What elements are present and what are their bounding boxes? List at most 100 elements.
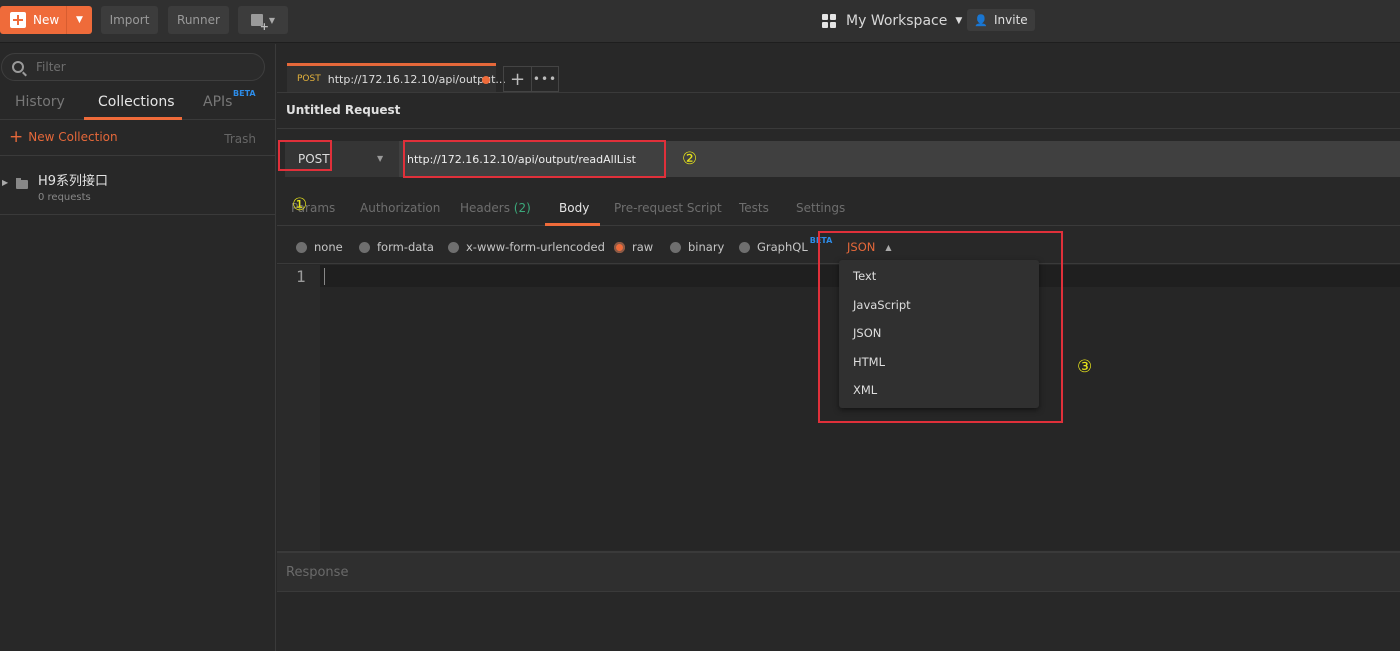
- sidebar-actions: + New Collection Trash: [0, 121, 276, 156]
- response-panel-header: Response: [277, 551, 1400, 592]
- collection-request-count: 0 requests: [38, 192, 91, 203]
- add-user-icon: 👤: [974, 13, 989, 27]
- menu-item-javascript[interactable]: JavaScript: [853, 298, 911, 312]
- radio-circle: [670, 241, 681, 253]
- tab-history[interactable]: History: [15, 94, 65, 110]
- plus-icon: +: [9, 127, 24, 147]
- radio-circle: [448, 241, 459, 253]
- divider: [277, 92, 1400, 93]
- beta-badge: BETA: [809, 235, 833, 245]
- request-tab-method: POST: [297, 74, 321, 84]
- filter-input[interactable]: [36, 60, 236, 74]
- response-label: Response: [286, 565, 349, 580]
- tab-apis[interactable]: APIs BETA: [203, 89, 256, 110]
- menu-item-xml[interactable]: XML: [853, 383, 877, 397]
- subtab-authorization[interactable]: Authorization: [360, 201, 440, 215]
- menu-item-text[interactable]: Text: [853, 269, 876, 283]
- unsaved-dot-icon: [482, 76, 490, 84]
- new-collection-label: New Collection: [28, 130, 118, 144]
- runner-button[interactable]: Runner: [168, 6, 229, 34]
- expand-arrow-icon[interactable]: ▶: [2, 178, 8, 187]
- url-input[interactable]: [407, 146, 657, 172]
- folder-icon: [16, 178, 28, 189]
- headers-count: (2): [513, 201, 531, 215]
- radio-graphql[interactable]: GraphQL BETA: [739, 236, 832, 254]
- subtab-headers-label: Headers: [460, 201, 510, 215]
- collection-item[interactable]: ▶ H9系列接口 0 requests: [0, 157, 276, 215]
- new-window-icon: [250, 14, 269, 33]
- radio-circle-selected: [614, 241, 625, 253]
- caret-down-icon: ▼: [377, 154, 384, 163]
- radio-x-www-form-urlencoded[interactable]: x-www-form-urlencoded: [448, 240, 605, 254]
- language-value: JSON: [847, 240, 876, 254]
- new-collection-button[interactable]: + New Collection: [9, 127, 118, 147]
- radio-label: raw: [632, 240, 654, 254]
- new-dropdown-button[interactable]: ▼: [66, 6, 92, 34]
- radio-circle: [739, 241, 750, 253]
- sidebar: History Collections APIs BETA + New Coll…: [0, 44, 276, 651]
- request-tab[interactable]: POST http://172.16.12.10/api/output...: [287, 63, 506, 92]
- radio-label: none: [314, 240, 343, 254]
- caret-down-icon: ▼: [76, 15, 83, 25]
- subtab-body[interactable]: Body: [559, 201, 589, 215]
- method-select[interactable]: POST ▼: [285, 141, 399, 177]
- filter-field[interactable]: [1, 53, 265, 81]
- search-icon: [12, 61, 24, 73]
- radio-circle: [296, 241, 307, 253]
- method-value: POST: [298, 152, 330, 166]
- radio-raw[interactable]: raw: [614, 240, 653, 254]
- import-button[interactable]: Import: [101, 6, 158, 34]
- radio-none[interactable]: none: [296, 240, 343, 254]
- main-panel: POST http://172.16.12.10/api/output... +…: [277, 44, 1400, 651]
- tab-apis-label: APIs: [203, 94, 233, 110]
- line-number: 1: [296, 267, 306, 286]
- divider: [277, 128, 1400, 129]
- active-tab-indicator: [84, 117, 182, 120]
- radio-circle: [359, 241, 370, 253]
- radio-binary[interactable]: binary: [670, 240, 724, 254]
- url-bar: POST ▼: [285, 141, 1400, 177]
- radio-label: GraphQL: [757, 240, 808, 254]
- body-type-options: none form-data x-www-form-urlencoded raw…: [277, 227, 1400, 264]
- new-window-button[interactable]: ▼: [238, 6, 288, 34]
- plus-icon: [10, 12, 26, 28]
- beta-badge: BETA: [233, 89, 256, 98]
- top-toolbar: New ▼ Import Runner ▼ My Workspace ▼ 👤 I…: [0, 0, 1400, 43]
- workspace-label: My Workspace: [846, 13, 948, 29]
- request-subtabs: Params Authorization Headers (2) Body Pr…: [277, 188, 1400, 226]
- subtab-headers[interactable]: Headers (2): [460, 201, 531, 215]
- invite-label: Invite: [994, 13, 1028, 27]
- subtab-pre-request-script[interactable]: Pre-request Script: [614, 201, 722, 215]
- sidebar-tabs: History Collections APIs BETA: [0, 88, 276, 120]
- trash-button[interactable]: Trash: [224, 132, 256, 146]
- annotation-number-3: ③: [1077, 357, 1093, 377]
- menu-item-html[interactable]: HTML: [853, 355, 885, 369]
- request-title: Untitled Request: [286, 103, 401, 117]
- more-tabs-button[interactable]: •••: [531, 66, 559, 92]
- tab-collections[interactable]: Collections: [98, 94, 175, 110]
- workspace-grid-icon: [822, 14, 836, 28]
- active-subtab-indicator: [545, 223, 600, 226]
- radio-form-data[interactable]: form-data: [359, 240, 434, 254]
- new-tab-button[interactable]: +: [503, 66, 531, 92]
- language-select[interactable]: JSON ▲: [847, 240, 892, 254]
- caret-down-icon: ▼: [268, 15, 276, 25]
- language-dropdown-menu: Text JavaScript JSON HTML XML: [839, 260, 1039, 408]
- subtab-settings[interactable]: Settings: [796, 201, 845, 215]
- collection-name: H9系列接口: [38, 174, 109, 189]
- workspace-switcher[interactable]: My Workspace ▼: [822, 11, 962, 31]
- menu-item-json[interactable]: JSON: [853, 326, 881, 340]
- text-cursor: [324, 268, 325, 285]
- annotation-number-2: ②: [682, 149, 698, 169]
- caret-up-icon: ▲: [885, 242, 892, 252]
- new-button[interactable]: New ▼: [0, 6, 92, 34]
- radio-label: form-data: [377, 240, 434, 254]
- new-button-label: New: [33, 13, 60, 27]
- postman-app: New ▼ Import Runner ▼ My Workspace ▼ 👤 I…: [0, 0, 1400, 651]
- radio-label: binary: [688, 240, 725, 254]
- subtab-tests[interactable]: Tests: [739, 201, 769, 215]
- request-tab-title: http://172.16.12.10/api/output...: [327, 72, 506, 86]
- editor-gutter: [277, 265, 320, 550]
- caret-down-icon: ▼: [955, 16, 963, 26]
- invite-button[interactable]: 👤 Invite: [967, 9, 1035, 31]
